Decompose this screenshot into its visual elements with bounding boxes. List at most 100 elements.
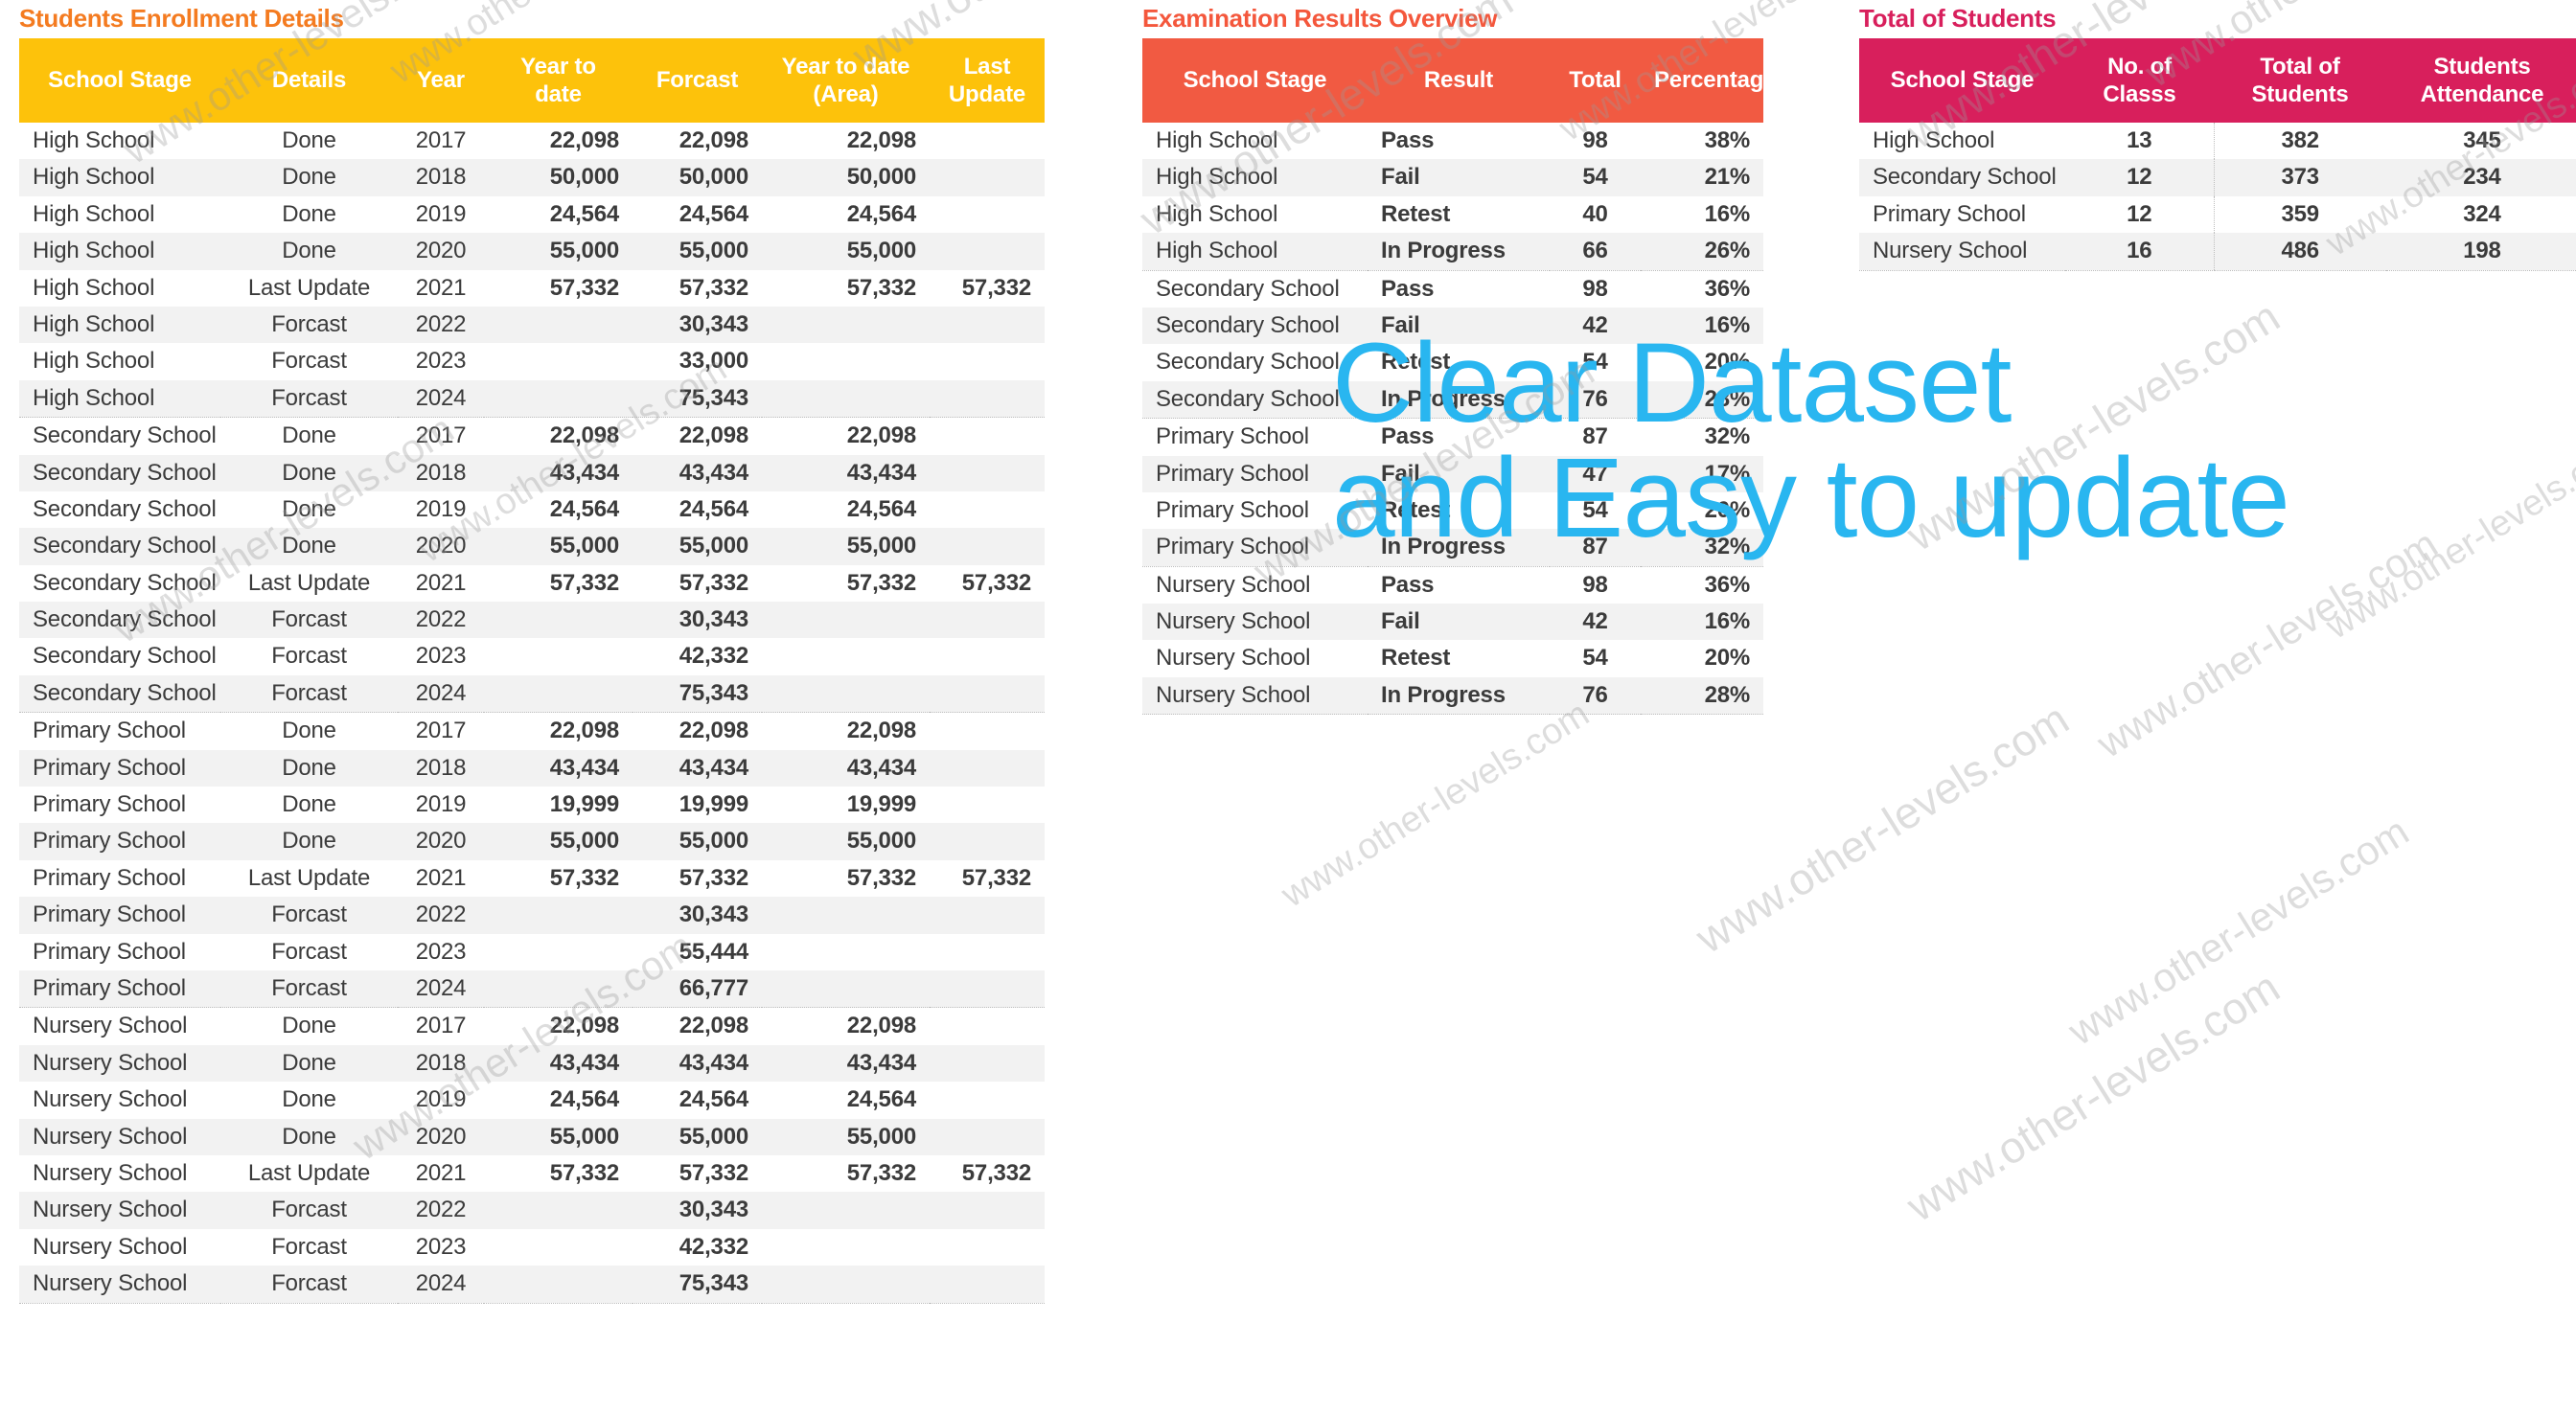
table-row[interactable]: Secondary School Forcast 2024 75,343 [19, 674, 1045, 714]
table-row[interactable]: Primary School Forcast 2024 66,777 [19, 969, 1045, 1009]
table-row[interactable]: Nursery School Last Update 2021 57,332 57,33… [19, 1154, 1045, 1193]
table-row[interactable]: Nursery School Forcast 2022 30,343 [19, 1192, 1045, 1229]
enrollment-cell-2: 2018 [415, 459, 467, 486]
table-row[interactable]: Secondary School In Progress 76 28% [1142, 380, 1763, 420]
table-row[interactable]: Nursery School Done 2019 24,564 24,564 24,564 [19, 1082, 1045, 1119]
table-row[interactable]: Secondary School Done 2017 22,098 22,098 22,0… [19, 417, 1045, 455]
table-row[interactable]: Nursery School Fail 42 16% [1142, 604, 1763, 641]
enrollment-cell-3 [484, 674, 632, 714]
table-row[interactable]: Secondary School Last Update 2021 57,332 57,… [19, 564, 1045, 603]
table-row[interactable]: High School Retest 40 16% [1142, 195, 1763, 234]
totals-col-no-of-classs[interactable]: No. of Classs [2065, 38, 2214, 123]
enrollment-cell-6 [930, 528, 1045, 564]
table-row[interactable]: Secondary School Forcast 2023 42,332 [19, 638, 1045, 675]
table-row[interactable]: Primary School Fail 47 17% [1142, 455, 1763, 492]
enrollment-cell-6 [930, 307, 1045, 343]
enrollment-col-school-stage[interactable]: School Stage [19, 38, 220, 123]
enrollment-col-year[interactable]: Year [398, 38, 484, 123]
table-row[interactable]: Secondary School Fail 42 16% [1142, 307, 1763, 345]
table-row[interactable]: Primary School Forcast 2022 30,343 [19, 897, 1045, 934]
enrollment-cell-0: High School [33, 274, 155, 301]
enrollment-cell-1: Forcast [271, 310, 347, 337]
enrollment-cell-1: Forcast [271, 1233, 347, 1260]
enrollment-cell-1: Forcast [271, 606, 347, 633]
examination-cell-3: 38% [1704, 127, 1751, 153]
table-row[interactable]: Secondary School Done 2020 55,000 55,000 55,0… [19, 528, 1045, 565]
table-row[interactable]: Primary School Done 2018 43,434 43,434 43,434 [19, 749, 1045, 787]
examination-table-body: High School Pass 98 38% High School Fail 54 21%… [1142, 123, 1763, 716]
enrollment-cell-0: Nursery School [33, 1159, 188, 1186]
table-row[interactable]: Nursery School In Progress 76 28% [1142, 676, 1763, 716]
totals-cell-1: 13 [2127, 127, 2152, 153]
table-row[interactable]: Primary School Done 2020 55,000 55,000 55,000 [19, 823, 1045, 860]
totals-cell-2: 486 [2213, 233, 2386, 271]
examination-col-total[interactable]: Total [1550, 38, 1641, 123]
table-row[interactable]: Secondary School Done 2018 43,434 43,434 43,4… [19, 454, 1045, 491]
table-row[interactable]: Nursery School Forcast 2024 75,343 [19, 1266, 1045, 1304]
enrollment-cell-6: 57,332 [961, 864, 1031, 891]
table-row[interactable]: Primary School In Progress 87 32% [1142, 529, 1763, 567]
table-row[interactable]: Primary School Pass 87 32% [1142, 418, 1763, 456]
enrollment-cell-4: 30,343 [678, 606, 748, 633]
enrollment-cell-4: 19,999 [678, 791, 748, 818]
table-row[interactable]: Nursery School Forcast 2023 42,332 [19, 1228, 1045, 1266]
table-row[interactable]: Secondary School Done 2019 24,564 24,564 24,5… [19, 490, 1045, 529]
table-row[interactable]: High School Forcast 2024 75,343 [19, 379, 1045, 419]
examination-cell-2: 40 [1582, 200, 1608, 227]
table-row[interactable]: Nursery School1648619896 [1859, 233, 2576, 271]
enrollment-col-details[interactable]: Details [220, 38, 398, 123]
table-row[interactable]: Primary School Done 2019 19,999 19,999 19,999 [19, 787, 1045, 824]
table-row[interactable]: High School Forcast 2023 33,000 [19, 343, 1045, 380]
table-row[interactable]: High School Done 2020 55,000 55,000 55,000 [19, 233, 1045, 270]
table-row[interactable]: Nursery School Done 2017 22,098 22,098 22,098 [19, 1007, 1045, 1045]
table-row[interactable]: High School In Progress 66 26% [1142, 233, 1763, 271]
table-row[interactable]: High School Forcast 2022 30,343 [19, 306, 1045, 344]
enrollment-col-last-update[interactable]: Last Update [930, 38, 1045, 123]
table-row[interactable]: Nursery School Retest 54 20% [1142, 640, 1763, 677]
enrollment-cell-4: 55,000 [678, 1123, 748, 1150]
table-row[interactable]: High School Pass 98 38% [1142, 123, 1763, 160]
totals-col-students-attendance[interactable]: Students Attendance [2386, 38, 2576, 123]
enrollment-cell-5: 50,000 [846, 164, 916, 191]
table-row[interactable]: Primary School Done 2017 22,098 22,098 22,098 [19, 712, 1045, 750]
enrollment-col-forcast[interactable]: Forcast [632, 38, 762, 123]
examination-cell-0: Secondary School [1156, 275, 1340, 302]
enrollment-cell-0: Nursery School [33, 1233, 188, 1260]
table-row[interactable]: Primary School Last Update 2021 57,332 57,33… [19, 859, 1045, 898]
totals-col-total-of-students[interactable]: Total of Students [2214, 38, 2386, 123]
table-row[interactable]: Nursery School Done 2020 55,000 55,000 55,000 [19, 1118, 1045, 1155]
enrollment-cell-3: 55,000 [549, 828, 619, 855]
enrollment-cell-6 [930, 1229, 1045, 1266]
examination-cell-1: Fail [1381, 460, 1420, 487]
table-row[interactable]: High School1338234577 [1859, 123, 2576, 160]
totals-col-school-stage[interactable]: School Stage [1859, 38, 2065, 123]
table-row[interactable]: Nursery School Pass 98 36% [1142, 566, 1763, 604]
table-row[interactable]: Primary School Retest 54 20% [1142, 491, 1763, 530]
totals-cell-1: 12 [2127, 164, 2152, 191]
table-row[interactable]: Primary School1235932487 [1859, 195, 2576, 234]
enrollment-col-year-to-date[interactable]: Year to date [484, 38, 632, 123]
enrollment-cell-0: Secondary School [33, 606, 217, 633]
enrollment-col-year-to-date-area[interactable]: Year to date (Area) [762, 38, 930, 123]
table-row[interactable]: High School Last Update 2021 57,332 57,332 57… [19, 269, 1045, 307]
table-row[interactable]: High School Fail 54 21% [1142, 159, 1763, 196]
table-row[interactable]: High School Done 2019 24,564 24,564 24,564 [19, 195, 1045, 234]
table-row[interactable]: Secondary School Pass 98 36% [1142, 270, 1763, 308]
table-row[interactable]: Secondary School Forcast 2022 30,343 [19, 602, 1045, 639]
enrollment-cell-1: Done [282, 200, 336, 227]
table-row[interactable]: Nursery School Done 2018 43,434 43,434 43,434 [19, 1044, 1045, 1083]
table-row[interactable]: High School Done 2017 22,098 22,098 22,098 [19, 123, 1045, 160]
table-row[interactable]: Secondary School Retest 54 20% [1142, 344, 1763, 381]
table-row[interactable]: Primary School Forcast 2023 55,444 [19, 933, 1045, 970]
examination-col-percentage[interactable]: Percentage [1641, 38, 1777, 123]
examination-cell-1: Pass [1381, 127, 1435, 153]
examination-col-school-stage[interactable]: School Stage [1142, 38, 1368, 123]
examination-col-result[interactable]: Result [1368, 38, 1550, 123]
enrollment-cell-5: 55,000 [846, 238, 916, 264]
enrollment-cell-2: 2018 [415, 164, 467, 191]
enrollment-cell-3 [484, 379, 632, 419]
enrollment-cell-4: 30,343 [678, 1197, 748, 1223]
enrollment-cell-1: Done [282, 791, 336, 818]
table-row[interactable]: High School Done 2018 50,000 50,000 50,000 [19, 159, 1045, 196]
table-row[interactable]: Secondary School1237323478 [1859, 159, 2576, 196]
